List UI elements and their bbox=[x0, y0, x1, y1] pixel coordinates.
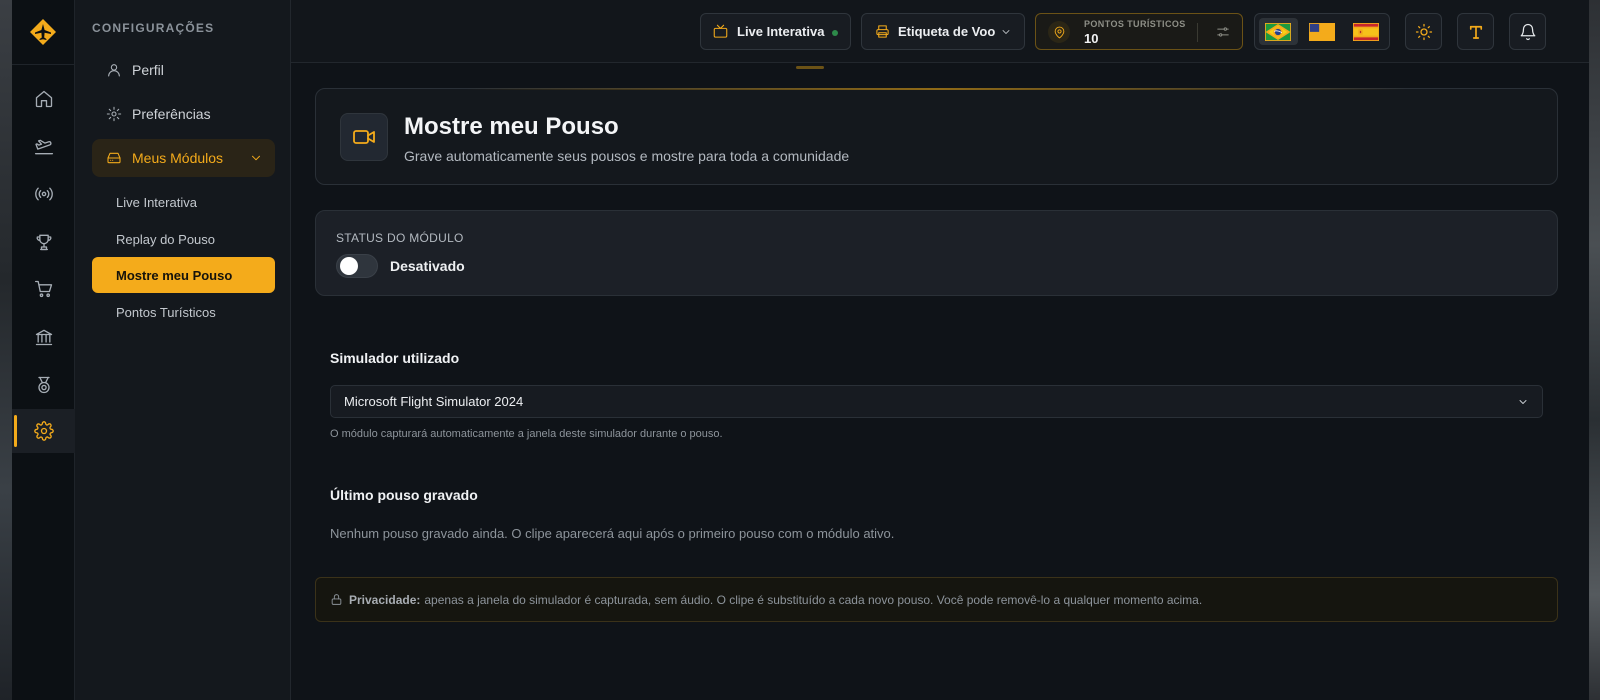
live-interativa-button[interactable]: Live Interativa bbox=[700, 13, 851, 50]
font-size-button[interactable] bbox=[1457, 13, 1494, 50]
broadcast-icon bbox=[34, 187, 53, 201]
page-title: Mostre meu Pouso bbox=[404, 113, 619, 140]
etiqueta-de-voo-label: Etiqueta de Voo bbox=[898, 24, 996, 39]
simulator-select[interactable]: Microsoft Flight Simulator 2024 bbox=[330, 385, 1543, 418]
module-header-card: Mostre meu Pouso Grave automaticamente s… bbox=[315, 88, 1558, 185]
rail-store[interactable] bbox=[12, 267, 75, 311]
sidebar-subitem-live-interativa[interactable]: Live Interativa bbox=[92, 184, 275, 220]
gear-icon bbox=[33, 421, 54, 441]
sidebar-title: CONFIGURAÇÕES bbox=[92, 21, 215, 35]
module-icon-box bbox=[340, 113, 388, 161]
rail-flights[interactable] bbox=[12, 125, 75, 169]
main-content: Mostre meu Pouso Grave automaticamente s… bbox=[291, 63, 1589, 700]
trophy-icon bbox=[36, 234, 51, 251]
rail-divider bbox=[12, 64, 75, 65]
live-interativa-label: Live Interativa bbox=[737, 24, 825, 39]
privacy-notice: Privacidade: apenas a janela do simulado… bbox=[315, 577, 1558, 622]
map-pin-badge bbox=[1048, 21, 1070, 43]
points-divider bbox=[1197, 23, 1198, 42]
video-camera-icon bbox=[353, 130, 375, 144]
etiqueta-de-voo-dropdown[interactable]: Etiqueta de Voo bbox=[861, 13, 1025, 50]
sliders-icon[interactable] bbox=[1216, 25, 1230, 39]
chevron-down-icon bbox=[252, 155, 260, 161]
chevron-down-icon bbox=[1519, 400, 1527, 404]
privacy-label: Privacidade: bbox=[349, 592, 421, 607]
type-icon bbox=[1469, 25, 1482, 39]
sidebar-item-label: Perfil bbox=[132, 62, 164, 78]
simulator-hint: O módulo capturará automaticamente a jan… bbox=[330, 428, 723, 440]
settings-sidebar: CONFIGURAÇÕES Perfil Preferências Meus M… bbox=[75, 0, 291, 700]
rail-medals[interactable] bbox=[12, 363, 75, 407]
rail-settings[interactable] bbox=[12, 409, 75, 453]
language-switcher bbox=[1254, 13, 1390, 50]
printer-icon bbox=[876, 25, 889, 38]
lock-icon bbox=[331, 594, 342, 605]
tv-icon bbox=[713, 24, 728, 38]
page-subtitle: Grave automaticamente seus pousos e most… bbox=[404, 148, 850, 164]
brazil-flag-icon bbox=[1265, 22, 1292, 41]
home-icon bbox=[35, 90, 52, 108]
rail-broadcast[interactable] bbox=[12, 172, 75, 216]
sidebar-group-label: Meus Módulos bbox=[132, 150, 224, 166]
status-caption: STATUS DO MÓDULO bbox=[336, 231, 464, 245]
sidebar-item-preferencias[interactable]: Preferências bbox=[92, 95, 275, 133]
last-landing-empty-state: Nenhum pouso gravado ainda. O clipe apar… bbox=[330, 526, 895, 541]
desktop-edge-left bbox=[0, 0, 12, 700]
chevron-down-icon bbox=[1002, 29, 1010, 34]
privacy-text: apenas a janela do simulador é capturada… bbox=[424, 592, 1203, 607]
status-state: Desativado bbox=[390, 258, 465, 274]
module-toggle[interactable] bbox=[336, 254, 378, 278]
theme-toggle-button[interactable] bbox=[1405, 13, 1442, 50]
pontos-turisticos-widget[interactable]: PONTOS TURÍSTICOS 10 bbox=[1035, 13, 1243, 50]
rail-bank[interactable] bbox=[12, 315, 75, 359]
simulator-label: Simulador utilizado bbox=[330, 350, 460, 366]
plane-takeoff-icon bbox=[34, 139, 53, 155]
user-icon bbox=[108, 64, 120, 77]
notifications-button[interactable] bbox=[1509, 13, 1546, 50]
sidebar-item-perfil[interactable]: Perfil bbox=[92, 51, 275, 89]
sidebar-subitem-pontos-turisticos[interactable]: Pontos Turísticos bbox=[92, 294, 275, 330]
bell-icon bbox=[1520, 23, 1535, 40]
live-status-dot bbox=[832, 30, 838, 36]
sidebar-subitem-replay-do-pouso[interactable]: Replay do Pouso bbox=[92, 221, 275, 257]
bank-icon bbox=[35, 329, 52, 346]
spain-flag-icon bbox=[1352, 22, 1379, 41]
language-option-en-us[interactable] bbox=[1303, 18, 1342, 45]
hard-drive-icon bbox=[107, 152, 121, 164]
map-pin-icon bbox=[1054, 26, 1064, 38]
top-bar: Live Interativa Etiqueta de Voo PONTOS T… bbox=[291, 0, 1589, 63]
icon-rail bbox=[12, 0, 75, 700]
rail-trophy[interactable] bbox=[12, 220, 75, 264]
medal-icon bbox=[37, 376, 50, 394]
scroll-handle bbox=[796, 66, 824, 69]
sidebar-subitem-mostre-meu-pouso[interactable]: Mostre meu Pouso bbox=[92, 257, 275, 293]
language-option-pt-br[interactable] bbox=[1259, 18, 1298, 45]
rail-home[interactable] bbox=[12, 77, 75, 121]
points-value: 10 bbox=[1084, 31, 1099, 46]
last-landing-title: Último pouso gravado bbox=[330, 487, 478, 503]
desktop-edge-right bbox=[1588, 0, 1600, 700]
usa-flag-icon bbox=[1309, 22, 1335, 41]
sun-icon bbox=[1415, 23, 1432, 40]
app-logo-icon bbox=[30, 19, 56, 45]
sidebar-group-meus-modulos[interactable]: Meus Módulos bbox=[92, 139, 275, 177]
cart-icon bbox=[34, 280, 52, 298]
gear-icon bbox=[106, 106, 122, 122]
points-label: PONTOS TURÍSTICOS bbox=[1084, 19, 1186, 29]
sidebar-item-label: Preferências bbox=[132, 106, 211, 122]
toggle-knob bbox=[340, 257, 358, 275]
language-option-es-es[interactable] bbox=[1346, 18, 1385, 45]
module-status-card: STATUS DO MÓDULO Desativado bbox=[315, 210, 1558, 296]
simulator-selected-value: Microsoft Flight Simulator 2024 bbox=[344, 394, 524, 409]
app-window: CONFIGURAÇÕES Perfil Preferências Meus M… bbox=[12, 0, 1589, 700]
